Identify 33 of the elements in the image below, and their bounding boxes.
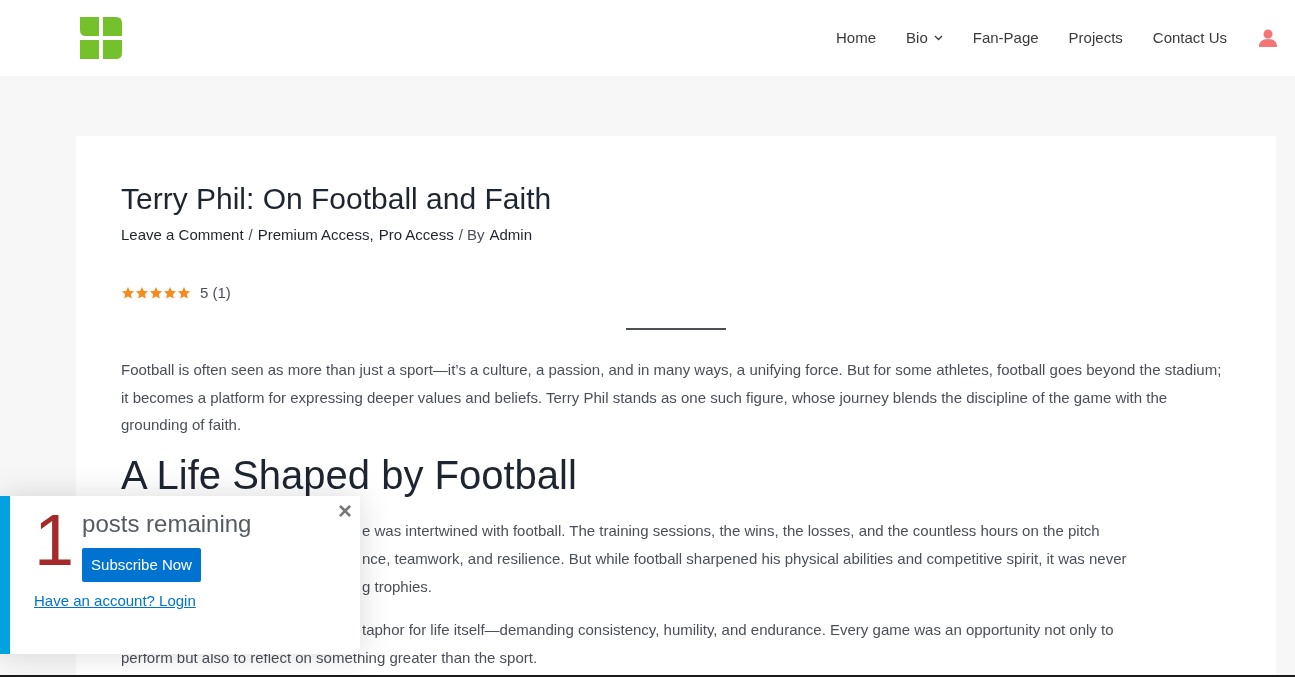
- meta-separator: /: [248, 225, 253, 245]
- meta-link[interactable]: Leave a Comment: [121, 224, 244, 247]
- nav-link[interactable]: Projects: [1068, 26, 1123, 50]
- close-button[interactable]: ×: [338, 498, 352, 524]
- section-heading: A Life Shaped by Football: [121, 452, 578, 497]
- post-title: Terry Phil: On Football and Faith: [121, 181, 553, 217]
- chevron-down-icon: [933, 35, 943, 41]
- posts-remaining-label: posts remaining: [82, 509, 252, 539]
- meta-link[interactable]: Pro Access: [378, 224, 454, 247]
- rating-count: 5 (1): [200, 282, 231, 303]
- star-icon: [135, 285, 149, 300]
- star-icon: [121, 285, 135, 300]
- login-link[interactable]: Have an account? Login: [34, 590, 196, 613]
- paragraph-line: g trophies.: [362, 576, 433, 597]
- star-icon: [149, 285, 163, 300]
- logo-icon[interactable]: [78, 15, 124, 61]
- star-icon: [163, 285, 177, 300]
- meta-separator: / By: [458, 225, 485, 245]
- subscribe-button[interactable]: Subscribe Now: [82, 548, 201, 582]
- nav-link[interactable]: Contact Us: [1152, 26, 1227, 50]
- nav-link[interactable]: Bio: [906, 26, 943, 50]
- user-icon[interactable]: [1259, 29, 1277, 47]
- paragraph-line: nce, teamwork, and resilience. But while football sharpened his physical abilities and competitive spirit, it was never: [362, 548, 1127, 569]
- star-icon: [177, 285, 191, 300]
- intro-paragraph: Football is often seen as more than just a sport—it’s a culture, a passion, and in many ways, a unifying force. But for some athletes, football goes beyond the stadium; it becomes a platform for expressing deeper values and beliefs. Terry Phil stands as one such figure, whose journey blends the discipline of the game with the grounding of faith.: [121, 360, 1223, 435]
- meta-link[interactable]: Premium Access,: [257, 224, 374, 247]
- posts-count: 1: [34, 508, 75, 582]
- nav-link[interactable]: Fan-Page: [972, 26, 1039, 50]
- nav-link[interactable]: Home: [836, 26, 877, 50]
- paragraph-line: perform but also to reflect on something greater than the sport.: [121, 647, 538, 668]
- paragraph-line: e was intertwined with football. The training sessions, the wins, the losses, and the countless hours on the pitch: [362, 520, 1100, 541]
- meta-link[interactable]: Admin: [489, 224, 533, 247]
- paragraph-line: taphor for life itself—demanding consistency, humility, and endurance. Every game was an opportunity not only to: [362, 619, 1114, 640]
